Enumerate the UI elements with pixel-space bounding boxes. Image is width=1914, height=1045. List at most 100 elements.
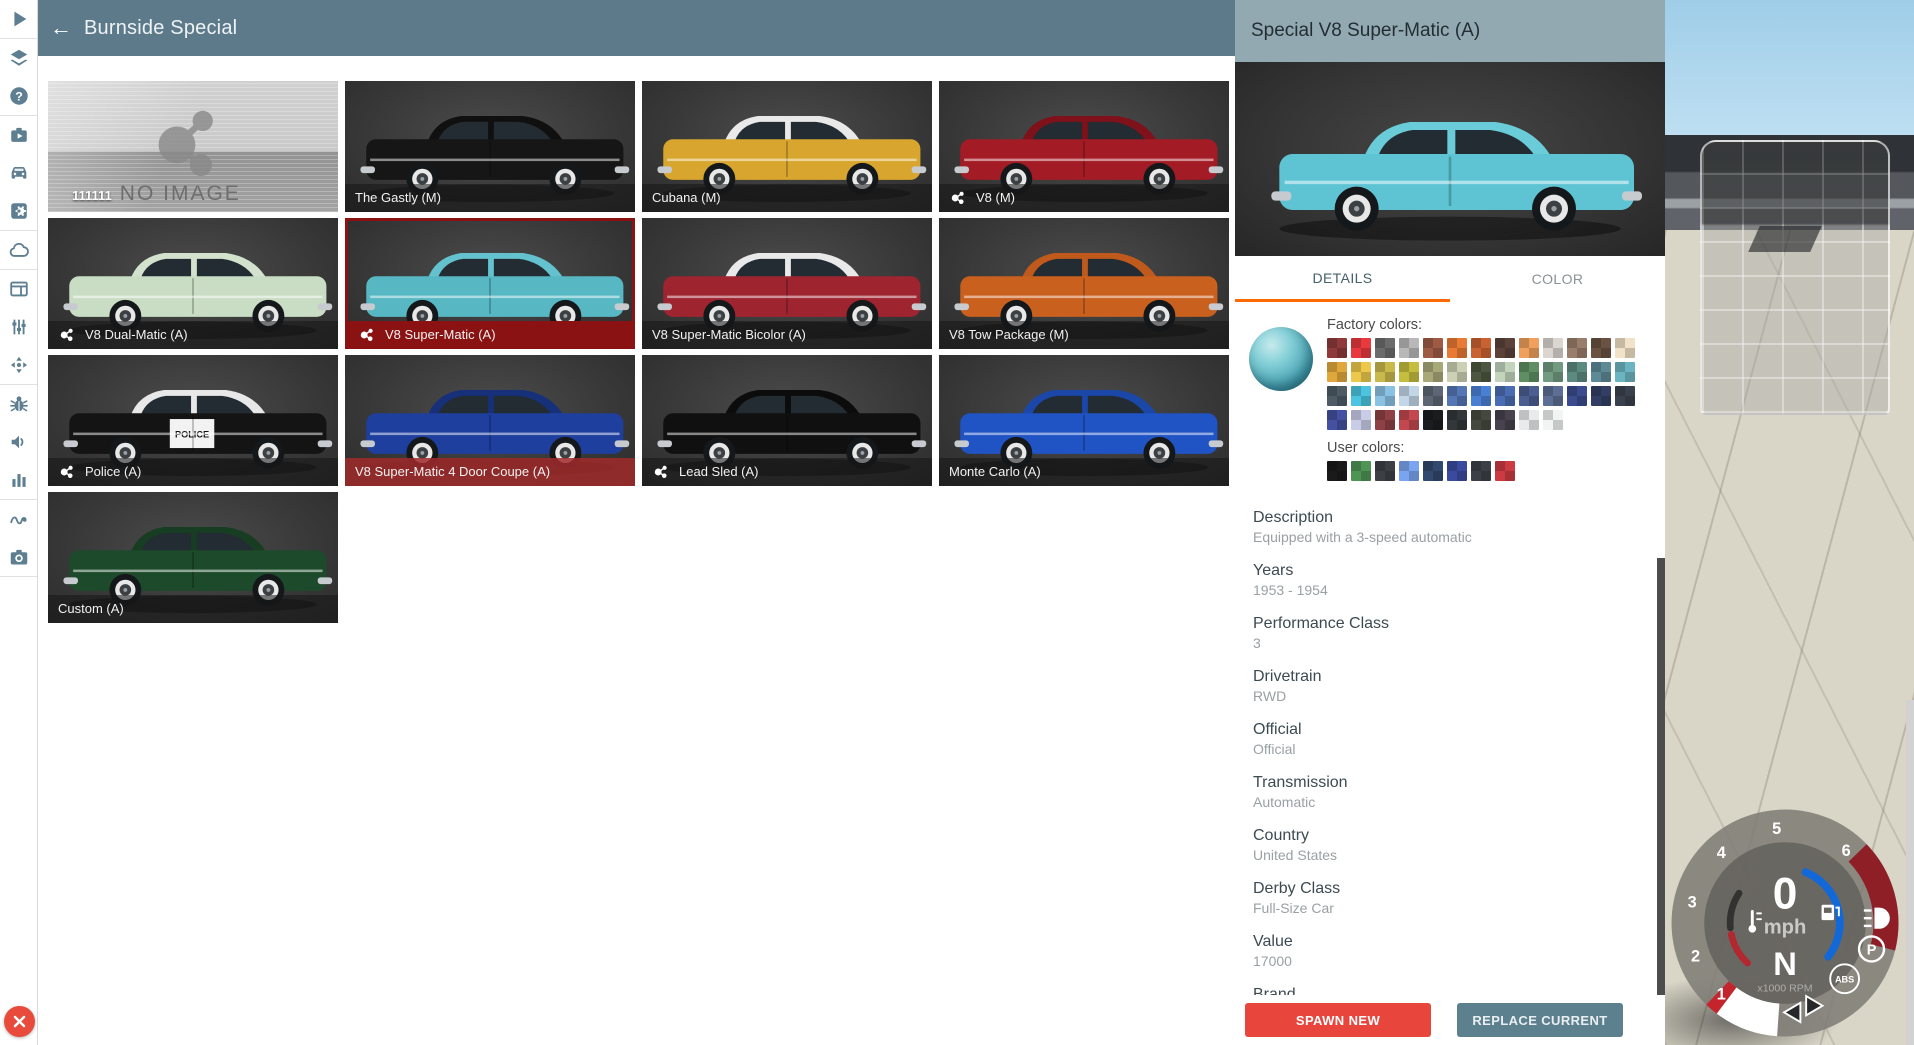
rpm-number: 1 (1717, 986, 1726, 1004)
tab-details[interactable]: DETAILS (1235, 256, 1450, 302)
factory-color-swatch[interactable] (1471, 362, 1491, 382)
factory-color-swatch[interactable] (1423, 410, 1443, 430)
factory-color-swatch[interactable] (1543, 338, 1563, 358)
factory-color-swatch[interactable] (1375, 386, 1395, 406)
factory-color-swatch[interactable] (1423, 386, 1443, 406)
vehicle-tile[interactable]: Custom (A) (48, 492, 338, 623)
replace-current-button[interactable]: REPLACE CURRENT (1457, 1003, 1623, 1037)
factory-color-swatch[interactable] (1567, 338, 1587, 358)
factory-color-swatch[interactable] (1447, 410, 1467, 430)
factory-color-swatch[interactable] (1591, 338, 1611, 358)
user-color-swatch[interactable] (1447, 461, 1467, 481)
tile-label-band: Cubana (M) (642, 184, 932, 212)
factory-color-swatch[interactable] (1519, 386, 1539, 406)
factory-color-swatch[interactable] (1471, 338, 1491, 358)
sidebar-item-audio[interactable] (0, 423, 38, 461)
factory-color-swatch[interactable] (1543, 386, 1563, 406)
vehicle-tile[interactable]: V8 (M) (939, 81, 1229, 212)
sidebar-item-help[interactable]: ? (0, 77, 38, 115)
factory-color-swatch[interactable] (1447, 338, 1467, 358)
factory-color-swatch[interactable] (1351, 386, 1371, 406)
factory-color-swatch[interactable] (1399, 338, 1419, 358)
factory-color-swatch[interactable] (1399, 410, 1419, 430)
user-color-swatch[interactable] (1471, 461, 1491, 481)
factory-color-swatch[interactable] (1543, 410, 1563, 430)
factory-color-swatch[interactable] (1591, 386, 1611, 406)
factory-color-swatch[interactable] (1351, 362, 1371, 382)
sidebar-item-screenshot[interactable] (0, 538, 38, 576)
factory-color-swatch[interactable] (1615, 386, 1635, 406)
sidebar-item-scenarios[interactable] (0, 116, 38, 154)
sidebar-divider (0, 576, 37, 577)
factory-color-swatch[interactable] (1543, 362, 1563, 382)
vehicle-tile[interactable]: POLICE Police (A) (48, 355, 338, 486)
factory-color-swatch[interactable] (1423, 362, 1443, 382)
factory-color-swatch[interactable] (1375, 338, 1395, 358)
sidebar-item-controls[interactable] (0, 346, 38, 384)
factory-color-swatch[interactable] (1615, 362, 1635, 382)
sidebar-item-layers[interactable] (0, 39, 38, 77)
spawn-new-button[interactable]: SPAWN NEW (1245, 1003, 1431, 1037)
close-button[interactable] (4, 1006, 35, 1037)
sidebar-item-play[interactable] (0, 0, 38, 38)
vehicle-tile[interactable]: Lead Sled (A) (642, 355, 932, 486)
sidebar-item-parts[interactable] (0, 192, 38, 230)
factory-color-swatch[interactable] (1351, 410, 1371, 430)
user-color-swatch[interactable] (1375, 461, 1395, 481)
speed-unit: mph (1764, 917, 1807, 939)
factory-color-swatch[interactable] (1495, 410, 1515, 430)
vehicle-tile[interactable]: V8 Super-Matic Bicolor (A) (642, 218, 932, 349)
factory-color-swatch[interactable] (1471, 410, 1491, 430)
factory-color-swatch[interactable] (1327, 338, 1347, 358)
factory-color-swatch[interactable] (1399, 362, 1419, 382)
user-color-swatch[interactable] (1495, 461, 1515, 481)
sidebar-item-debug[interactable] (0, 385, 38, 423)
user-color-swatch[interactable] (1327, 461, 1347, 481)
tab-color[interactable]: COLOR (1450, 256, 1665, 302)
user-color-swatch[interactable] (1399, 461, 1419, 481)
vehicle-tile[interactable]: 111111 NO IMAGE (48, 81, 338, 212)
sidebar-item-gestures[interactable] (0, 500, 38, 538)
factory-color-swatch[interactable] (1567, 362, 1587, 382)
vehicle-tile[interactable]: Monte Carlo (A) (939, 355, 1229, 486)
factory-color-swatch[interactable] (1423, 338, 1443, 358)
factory-color-swatch[interactable] (1567, 386, 1587, 406)
sidebar-item-apps[interactable] (0, 270, 38, 308)
vehicle-tile[interactable]: V8 Dual-Matic (A) (48, 218, 338, 349)
factory-color-swatch[interactable] (1495, 338, 1515, 358)
factory-color-swatch[interactable] (1471, 386, 1491, 406)
factory-color-swatch[interactable] (1447, 386, 1467, 406)
vehicle-tile[interactable]: V8 Super-Matic (A) (345, 218, 635, 349)
vehicle-tile[interactable]: V8 Tow Package (M) (939, 218, 1229, 349)
vehicle-tile[interactable]: The Gastly (M) (345, 81, 635, 212)
back-button[interactable]: ← (38, 15, 84, 41)
sidebar-item-online[interactable] (0, 231, 38, 269)
factory-color-swatch[interactable] (1375, 362, 1395, 382)
svg-text:?: ? (15, 90, 23, 104)
factory-color-swatch[interactable] (1327, 410, 1347, 430)
vehicle-tile[interactable]: V8 Super-Matic 4 Door Coupe (A) (345, 355, 635, 486)
factory-color-swatch[interactable] (1351, 338, 1371, 358)
user-color-swatch[interactable] (1351, 461, 1371, 481)
factory-color-swatch[interactable] (1495, 362, 1515, 382)
factory-color-swatch[interactable] (1447, 362, 1467, 382)
current-color-ball[interactable] (1249, 327, 1313, 391)
factory-color-swatch[interactable] (1495, 386, 1515, 406)
factory-color-swatch[interactable] (1519, 410, 1539, 430)
vehicle-tile[interactable]: Cubana (M) (642, 81, 932, 212)
factory-color-swatch[interactable] (1327, 386, 1347, 406)
user-color-swatch[interactable] (1423, 461, 1443, 481)
sidebar-item-stats[interactable] (0, 461, 38, 499)
factory-color-swatch[interactable] (1519, 362, 1539, 382)
factory-color-swatch[interactable] (1327, 362, 1347, 382)
factory-color-swatch[interactable] (1519, 338, 1539, 358)
panel-scrollbar-thumb[interactable] (1657, 558, 1665, 995)
factory-color-swatch[interactable] (1591, 362, 1611, 382)
tile-code: 111111 (72, 188, 112, 203)
panel-scrollbar[interactable] (1657, 558, 1665, 995)
factory-color-swatch[interactable] (1375, 410, 1395, 430)
sidebar-item-vehicles[interactable] (0, 154, 38, 192)
factory-color-swatch[interactable] (1399, 386, 1419, 406)
sidebar-item-tuning[interactable] (0, 308, 38, 346)
factory-color-swatch[interactable] (1615, 338, 1635, 358)
